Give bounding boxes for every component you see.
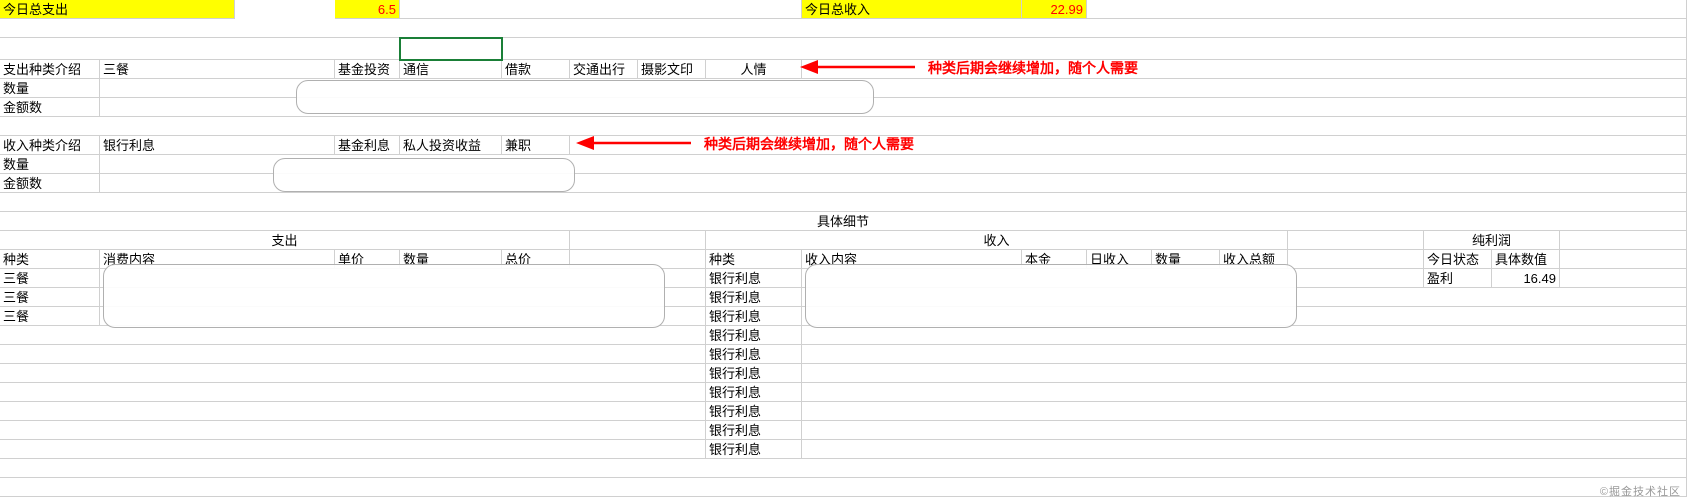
- row-blank[interactable]: [0, 19, 1687, 38]
- cell[interactable]: [1560, 250, 1687, 269]
- cell[interactable]: [802, 440, 1687, 459]
- inc-row-8[interactable]: 银行利息: [706, 421, 802, 440]
- profit-col-1[interactable]: 具体数值: [1492, 250, 1560, 269]
- details-section-title[interactable]: 具体细节: [0, 212, 1687, 231]
- cell[interactable]: [0, 345, 706, 364]
- cell[interactable]: [802, 383, 1687, 402]
- row-blank[interactable]: [0, 193, 1687, 212]
- income-qty-label[interactable]: 数量: [0, 155, 100, 174]
- cell[interactable]: [0, 326, 706, 345]
- expense-value[interactable]: 6.5: [335, 0, 400, 19]
- income-cat-1[interactable]: 基金利息: [335, 136, 400, 155]
- inc-row-2[interactable]: 银行利息: [706, 307, 802, 326]
- cell[interactable]: [0, 440, 706, 459]
- cell[interactable]: [400, 0, 802, 19]
- income-cat-2[interactable]: 私人投资收益: [400, 136, 502, 155]
- exp-row-2[interactable]: 三餐: [0, 307, 100, 326]
- income-cat-3[interactable]: 兼职: [502, 136, 570, 155]
- income-amount-label[interactable]: 金额数: [0, 174, 100, 193]
- profit-status[interactable]: 盈利: [1424, 269, 1492, 288]
- cell[interactable]: [0, 383, 706, 402]
- exp-col-0[interactable]: 种类: [0, 250, 100, 269]
- active-cell[interactable]: [400, 38, 502, 60]
- callout-bubble-4: [805, 264, 1297, 328]
- watermark: ©掘金技术社区: [1600, 483, 1681, 499]
- cell[interactable]: [1560, 231, 1687, 250]
- cell[interactable]: [1288, 231, 1424, 250]
- expense-cat-5[interactable]: 摄影文印: [638, 60, 706, 79]
- income-label[interactable]: 今日总收入: [802, 0, 1022, 19]
- expense-cat-3[interactable]: 借款: [502, 60, 570, 79]
- cell[interactable]: [0, 364, 706, 383]
- profit-value[interactable]: 16.49: [1492, 269, 1560, 288]
- cell[interactable]: [502, 38, 1687, 60]
- row-blank[interactable]: [0, 478, 1687, 497]
- spreadsheet[interactable]: 今日总支出 6.5 今日总收入 22.99 支出种类介绍 三餐 基金投资 通信 …: [0, 0, 1687, 503]
- profit-col-0[interactable]: 今日状态: [1424, 250, 1492, 269]
- callout-bubble-3: [103, 264, 665, 328]
- details-section-title-text: 具体细节: [3, 213, 1683, 230]
- expense-cat-4[interactable]: 交通出行: [570, 60, 638, 79]
- profit-group-header[interactable]: 纯利润: [1424, 231, 1560, 250]
- cell[interactable]: [0, 38, 400, 60]
- inc-row-0[interactable]: 银行利息: [706, 269, 802, 288]
- inc-row-4[interactable]: 银行利息: [706, 345, 802, 364]
- inc-row-7[interactable]: 银行利息: [706, 402, 802, 421]
- cell[interactable]: [0, 402, 706, 421]
- inc-row-1[interactable]: 银行利息: [706, 288, 802, 307]
- expense-cat-0[interactable]: 三餐: [100, 60, 335, 79]
- income-value[interactable]: 22.99: [1022, 0, 1087, 19]
- cell[interactable]: [1288, 250, 1424, 269]
- inc-row-5[interactable]: 银行利息: [706, 364, 802, 383]
- annotation-2: 种类后期会继续增加，随个人需要: [704, 134, 914, 154]
- inc-col-0[interactable]: 种类: [706, 250, 802, 269]
- expense-label[interactable]: 今日总支出: [0, 0, 235, 19]
- cell[interactable]: [802, 402, 1687, 421]
- inc-row-3[interactable]: 银行利息: [706, 326, 802, 345]
- inc-row-9[interactable]: 银行利息: [706, 440, 802, 459]
- cell[interactable]: [802, 421, 1687, 440]
- inc-row-6[interactable]: 银行利息: [706, 383, 802, 402]
- expense-cat-6[interactable]: 人情: [706, 60, 802, 79]
- cell[interactable]: [570, 231, 706, 250]
- expense-group-header[interactable]: 支出: [0, 231, 570, 250]
- row-blank[interactable]: [0, 459, 1687, 478]
- cell[interactable]: [802, 345, 1687, 364]
- income-category-rowlabel[interactable]: 收入种类介绍: [0, 136, 100, 155]
- income-group-header[interactable]: 收入: [706, 231, 1288, 250]
- cell[interactable]: [802, 326, 1687, 345]
- cell[interactable]: [0, 421, 706, 440]
- callout-bubble-1: [296, 80, 874, 114]
- cell[interactable]: [1560, 269, 1687, 288]
- arrow-icon: [576, 132, 696, 154]
- arrow-icon: [800, 56, 920, 78]
- exp-row-1[interactable]: 三餐: [0, 288, 100, 307]
- expense-qty-label[interactable]: 数量: [0, 79, 100, 98]
- cell[interactable]: [1087, 0, 1687, 19]
- annotation-1: 种类后期会继续增加，随个人需要: [928, 58, 1138, 78]
- expense-cat-2[interactable]: 通信: [400, 60, 502, 79]
- income-cat-0[interactable]: 银行利息: [100, 136, 335, 155]
- expense-category-rowlabel[interactable]: 支出种类介绍: [0, 60, 100, 79]
- cell[interactable]: [802, 364, 1687, 383]
- expense-cat-1[interactable]: 基金投资: [335, 60, 400, 79]
- expense-amount-label[interactable]: 金额数: [0, 98, 100, 117]
- callout-bubble-2: [273, 158, 575, 192]
- exp-row-0[interactable]: 三餐: [0, 269, 100, 288]
